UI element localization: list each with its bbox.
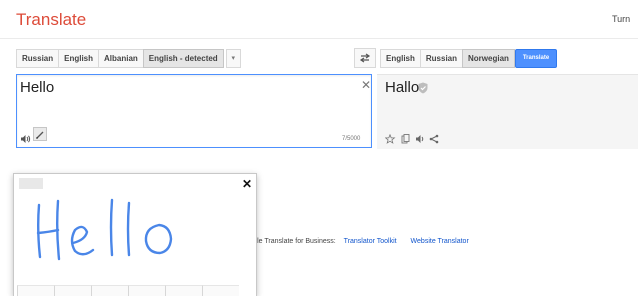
source-lang-english[interactable]: English	[58, 49, 100, 68]
handwriting-toggle-button[interactable]	[33, 127, 47, 141]
candidate-slot[interactable]	[91, 285, 128, 296]
speaker-icon[interactable]	[416, 135, 424, 143]
source-lang-dropdown[interactable]: ▾	[225, 49, 241, 68]
candidate-slot[interactable]	[17, 285, 54, 296]
target-lang-english[interactable]: English	[380, 49, 421, 68]
star-icon[interactable]	[384, 133, 396, 144]
turn-off-link[interactable]: Turn	[612, 14, 630, 24]
source-text-value[interactable]: Hello	[20, 79, 54, 96]
target-lang-russian[interactable]: Russian	[419, 49, 464, 68]
handwriting-ink	[36, 198, 173, 261]
candidate-slot[interactable]	[54, 285, 91, 296]
website-translator-link[interactable]: Website Translator	[411, 238, 469, 245]
pencil-icon	[36, 131, 44, 139]
candidate-slot[interactable]	[128, 285, 165, 296]
target-language-bar: English Russian Norwegian ▾	[380, 49, 532, 68]
swap-icon	[359, 53, 371, 63]
source-lang-albanian[interactable]: Albanian	[98, 49, 144, 68]
translation-output-text[interactable]: Hallo	[385, 79, 419, 96]
swap-languages-button[interactable]	[354, 48, 376, 68]
translation-actions	[384, 131, 445, 149]
source-textarea[interactable]	[16, 74, 372, 148]
business-links-row: Google Translate for Business: Translato…	[240, 238, 469, 245]
translate-button[interactable]: Translate	[515, 49, 557, 68]
speaker-icon[interactable]	[20, 131, 32, 149]
close-icon[interactable]: ✕	[242, 177, 252, 191]
candidate-slot[interactable]	[202, 285, 239, 296]
share-icon[interactable]	[429, 134, 439, 144]
candidate-slot[interactable]	[165, 285, 202, 296]
handwriting-panel-handle[interactable]	[19, 178, 43, 189]
verified-shield-icon[interactable]	[418, 81, 428, 99]
target-lang-norwegian[interactable]: Norwegian	[462, 49, 515, 68]
copy-icon[interactable]	[401, 134, 410, 144]
clear-icon[interactable]: ✕	[361, 78, 371, 92]
top-bar	[0, 0, 638, 39]
chevron-down-icon: ▾	[231, 55, 235, 62]
app-title[interactable]: Translate	[16, 10, 86, 30]
source-lang-detected[interactable]: English - detected	[142, 49, 224, 68]
translator-toolkit-link[interactable]: Translator Toolkit	[344, 238, 397, 245]
handwriting-canvas[interactable]	[25, 195, 195, 270]
source-language-bar: Russian English Albanian English - detec…	[16, 49, 241, 68]
character-counter: 7/5000	[342, 136, 361, 142]
source-lang-russian[interactable]: Russian	[16, 49, 60, 68]
